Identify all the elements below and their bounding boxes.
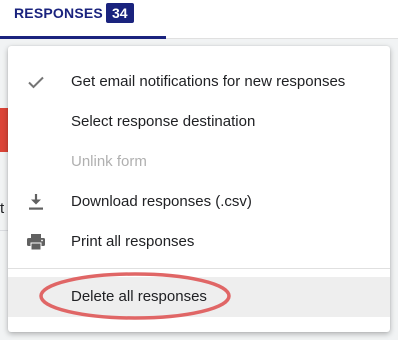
- menu-item-email-notifications[interactable]: Get email notifications for new response…: [8, 62, 390, 102]
- tab-responses-label: RESPONSES: [14, 5, 103, 21]
- menu-item-print-responses[interactable]: Print all responses: [8, 222, 390, 262]
- background-red-strip: [0, 108, 8, 152]
- background-partial-text: t: [0, 200, 5, 217]
- tab-responses[interactable]: RESPONSES 34: [0, 0, 166, 39]
- check-icon: [26, 72, 46, 92]
- menu-item-label: Unlink form: [71, 153, 147, 170]
- menu-item-download-csv[interactable]: Download responses (.csv): [8, 182, 390, 222]
- tab-bar: RESPONSES 34: [0, 0, 398, 39]
- menu-item-label: Print all responses: [71, 233, 195, 250]
- menu-item-unlink-form: Unlink form: [8, 142, 390, 182]
- menu-item-label: Select response destination: [71, 113, 256, 130]
- menu-item-select-destination[interactable]: Select response destination: [8, 102, 390, 142]
- menu-item-label: Get email notifications for new response…: [71, 73, 346, 90]
- print-icon: [26, 232, 46, 252]
- menu-item-label: Download responses (.csv): [71, 193, 252, 210]
- menu-item-label: Delete all responses: [71, 288, 207, 305]
- menu-item-delete-all-responses[interactable]: Delete all responses: [8, 277, 390, 317]
- responses-more-menu: Get email notifications for new response…: [8, 46, 390, 332]
- responses-count-badge: 34: [106, 3, 134, 23]
- download-icon: [26, 192, 46, 212]
- forms-responses-page: RESPONSES 34 t Get email notifications f…: [0, 0, 398, 340]
- background-divider: [0, 230, 8, 231]
- menu-divider: [8, 268, 390, 269]
